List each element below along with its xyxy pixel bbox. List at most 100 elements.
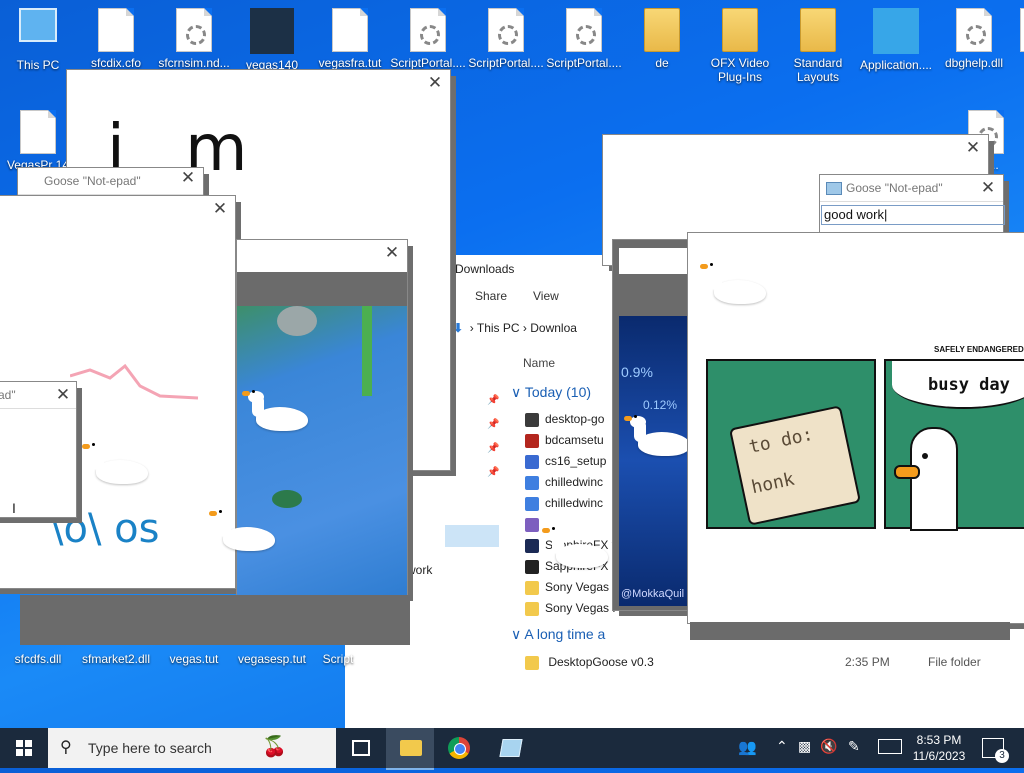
window-shadow <box>690 622 1010 640</box>
desktop-icon[interactable]: E <box>1000 8 1024 70</box>
search-box[interactable]: ⚲ Type here to search 🍒 <box>48 728 336 768</box>
close-icon[interactable]: ✕ <box>383 244 401 262</box>
clock-date: 11/6/2023 <box>912 749 966 763</box>
file-icon <box>525 580 539 595</box>
file-row[interactable]: cs16_setup <box>525 450 606 472</box>
file-icon <box>525 517 539 532</box>
close-icon[interactable]: ✕ <box>211 200 229 218</box>
file-name: chilledwinc <box>545 496 604 510</box>
desktop-icon[interactable]: Application.... <box>858 8 934 72</box>
file-row[interactable]: DesktopGoose v0.3 <box>525 651 654 673</box>
file-icon <box>525 475 539 490</box>
nav-pane: s 📌 📌 📌 📌 <box>445 365 503 547</box>
desktop-icon[interactable]: sfcrnsim.nd... <box>156 8 232 70</box>
desktop-icon-label[interactable]: sfmarket2.dll <box>78 652 154 666</box>
keyboard-icon[interactable] <box>878 739 902 754</box>
stock-chart-image: 0.9% 0.12% @MokkaQuil <box>619 316 689 606</box>
pink-scribble <box>70 363 199 400</box>
windows-icon <box>16 740 32 756</box>
text-cursor-icon: I <box>12 500 16 516</box>
desktop-icon-label[interactable]: sfcdfs.dll <box>0 652 76 666</box>
file-icon <box>525 538 539 553</box>
notepad-text-area[interactable]: good work| <box>821 205 1005 225</box>
task-view-button[interactable] <box>336 728 384 768</box>
desktop-icon-label: sfcrnsim.nd... <box>158 56 230 70</box>
gear-file-icon <box>176 8 212 52</box>
desktop-icon[interactable]: sfcdix.cfo <box>78 8 154 70</box>
close-icon[interactable]: ✕ <box>426 74 444 92</box>
desktop-icon-label: vegasfra.tut <box>318 56 382 70</box>
pen-icon[interactable]: ✎ <box>848 738 860 755</box>
file-icon <box>525 433 539 448</box>
desktop-icon-label: ScriptPortal.... <box>390 56 466 70</box>
address-bar[interactable]: ⬇ › This PC › Downloa <box>453 317 613 339</box>
folder-icon <box>644 8 680 52</box>
taskbar-file-explorer[interactable] <box>386 728 434 770</box>
comic-panel-1: to do: honk <box>706 359 876 529</box>
desktop-icon[interactable]: de <box>624 8 700 70</box>
desktop-icon-label: de <box>655 56 669 70</box>
column-header-name[interactable]: Name <box>523 356 555 370</box>
people-icon[interactable]: 👥 <box>738 738 757 756</box>
file-name: DesktopGoose v0.3 <box>548 655 654 669</box>
desktop-icon-label: ScriptPortal.... <box>468 56 544 70</box>
taskbar-notepad[interactable] <box>486 728 534 768</box>
close-icon[interactable]: ✕ <box>179 169 197 187</box>
close-icon[interactable]: ✕ <box>979 179 997 197</box>
file-name: bdcamsetu <box>545 433 604 447</box>
network-icon[interactable]: ▩ <box>798 738 811 755</box>
desktop-icon-label: Application.... <box>859 58 933 72</box>
desktop-icon-vegaspro[interactable]: VegasPr 14 <box>0 110 76 172</box>
comic-goose <box>894 427 958 531</box>
file-row[interactable]: desktop-go <box>525 408 604 430</box>
desktop-icon-label: ScriptPortal.... <box>546 56 622 70</box>
folder-icon <box>525 655 539 670</box>
file-row[interactable]: Sony Vegas P <box>525 576 620 598</box>
taskbar-chrome[interactable] <box>436 728 484 768</box>
desktop-icon[interactable]: Standard Layouts <box>780 8 856 84</box>
desktop-icon-label: OFX Video Plug-Ins <box>710 56 770 84</box>
pond-image <box>237 306 407 595</box>
clock[interactable]: 8:53 PM 11/6/2023 <box>906 732 972 764</box>
chrome-icon <box>448 737 470 759</box>
file-icon <box>98 8 134 52</box>
desktop-icon[interactable]: vegas140 <box>234 8 310 72</box>
vegas-icon <box>250 8 294 54</box>
desktop-icon-label[interactable]: vegasesp.tut <box>234 652 310 666</box>
gear-file-icon <box>566 8 602 52</box>
close-icon[interactable]: ✕ <box>54 386 72 404</box>
desktop-icon[interactable]: ScriptPortal.... <box>546 8 622 70</box>
computer-icon <box>19 8 57 42</box>
file-name: Sony Vegas P <box>545 601 621 615</box>
desktop-icon[interactable]: ScriptPortal.... <box>390 8 466 70</box>
file-row[interactable]: chilledwinc <box>525 471 603 493</box>
desktop-icon-label[interactable]: vegas.tut <box>156 652 232 666</box>
breadcrumb-this-pc[interactable]: This PC <box>477 321 520 335</box>
folder-icon <box>400 740 422 756</box>
ribbon-tab-view[interactable]: View <box>533 289 559 303</box>
file-name: chilledwinc <box>545 475 604 489</box>
file-row[interactable]: bdcamsetu <box>525 429 604 451</box>
desktop-icon[interactable]: ScriptPortal.... <box>468 8 544 70</box>
gear-file-icon <box>488 8 524 52</box>
chevron-up-icon[interactable]: ⌃ <box>776 738 788 755</box>
file-row[interactable]: chilledwinc <box>525 492 603 514</box>
breadcrumb-downloads[interactable]: Downloa <box>530 321 577 335</box>
desktop-icon-label: Standard Layouts <box>793 56 843 84</box>
group-header-today[interactable]: ∨ Today (10) <box>511 384 591 401</box>
ribbon-tab-share[interactable]: Share <box>475 289 507 303</box>
nav-item-network[interactable]: work <box>407 563 432 577</box>
file-name: Sony Vegas P <box>545 580 621 594</box>
desktop-icon[interactable]: OFX Video Plug-Ins <box>702 8 778 84</box>
notification-center-button[interactable]: 3 <box>982 738 1009 763</box>
desktop-icon-label[interactable]: Script <box>300 652 376 666</box>
desktop-icon[interactable]: vegasfra.tut <box>312 8 388 70</box>
file-icon <box>525 412 539 427</box>
shield-icon <box>873 8 919 54</box>
volume-muted-icon[interactable]: 🔇 <box>820 738 837 755</box>
file-row[interactable]: Sony Vegas P <box>525 597 620 619</box>
desktop-icon[interactable]: This PC <box>0 8 76 72</box>
group-header-longtime[interactable]: ∨ A long time a <box>511 626 605 643</box>
close-icon[interactable]: ✕ <box>964 139 982 157</box>
start-button[interactable] <box>0 728 48 768</box>
